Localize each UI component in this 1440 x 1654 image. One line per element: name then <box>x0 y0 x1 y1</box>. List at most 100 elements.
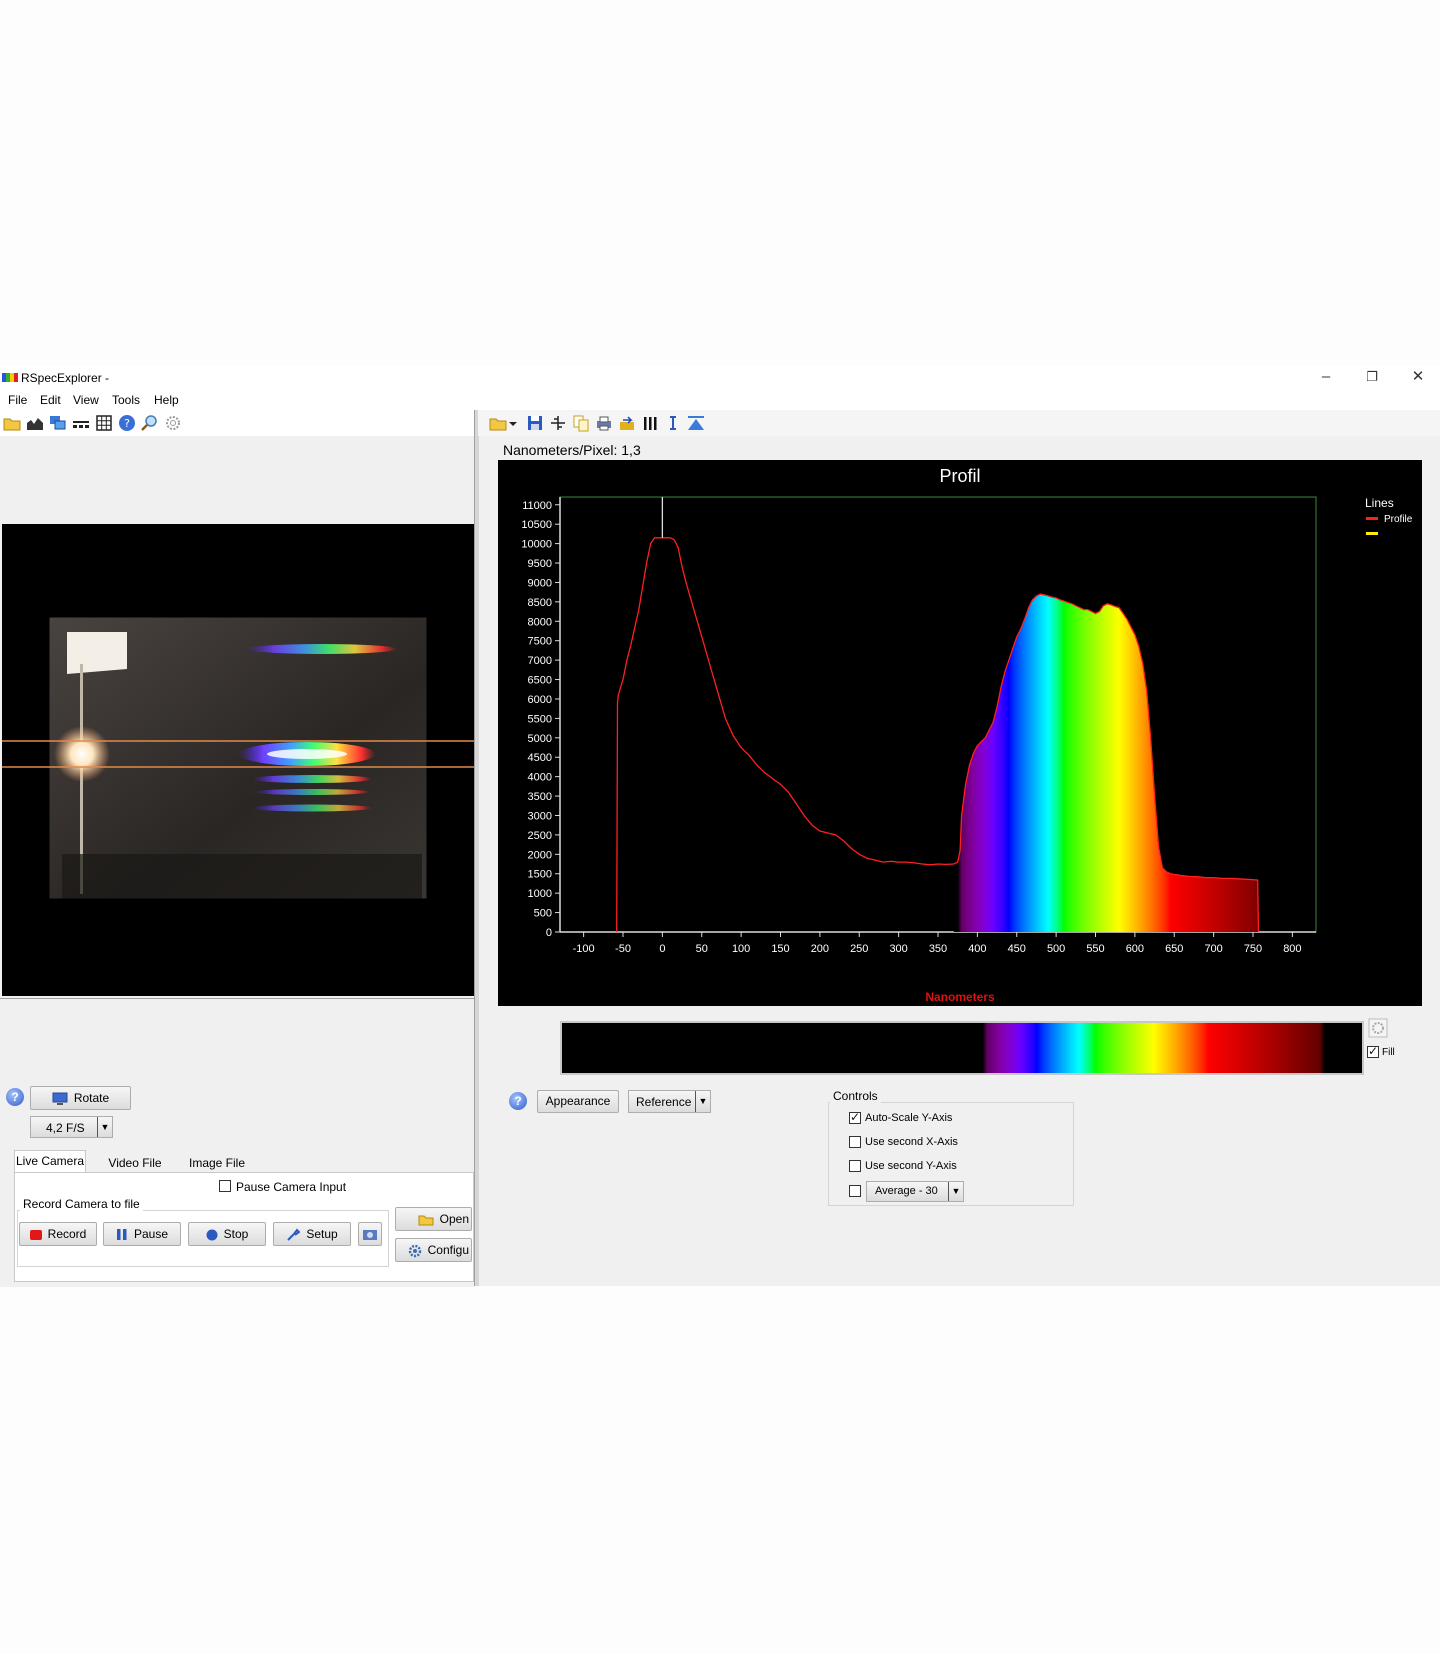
second-y-axis-checkbox[interactable] <box>849 1160 861 1172</box>
pause-icon <box>116 1229 127 1241</box>
open-folder-icon[interactable] <box>489 414 507 432</box>
average-checkbox[interactable] <box>849 1185 861 1197</box>
grid-icon[interactable] <box>95 414 113 432</box>
fps-dropdown[interactable]: 4,2 F/S ▼ <box>30 1116 113 1138</box>
bars-icon[interactable] <box>641 414 659 432</box>
pause-camera-input-checkbox[interactable] <box>219 1180 231 1192</box>
y-tick-label: 3500 <box>528 791 552 803</box>
window-title: RSpecExplorer - <box>21 371 110 385</box>
average-dropdown[interactable]: Average - 30 ▼ <box>866 1181 964 1202</box>
menu-tools[interactable]: Tools <box>112 393 140 407</box>
x-tick-label: 650 <box>1165 943 1183 955</box>
tab-live-camera[interactable]: Live Camera <box>14 1150 86 1172</box>
y-tick-label: 9000 <box>528 577 552 589</box>
camera-icon <box>363 1230 377 1240</box>
y-tick-label: 0 <box>546 927 552 939</box>
lines-icon[interactable] <box>72 414 90 432</box>
record-icon <box>29 1229 42 1240</box>
chevron-down-icon[interactable]: ▼ <box>695 1091 710 1112</box>
record-label: Record <box>47 1227 87 1241</box>
minimize-button[interactable]: – <box>1303 366 1349 390</box>
windows-icon[interactable] <box>49 414 67 432</box>
y-tick-label: 6000 <box>528 694 552 706</box>
y-tick-label: 6500 <box>528 675 552 687</box>
print-icon[interactable] <box>595 414 613 432</box>
pane-splitter[interactable] <box>474 410 479 1286</box>
y-tick-label: 9500 <box>528 558 552 570</box>
close-button[interactable]: ✕ <box>1395 366 1440 390</box>
zoom-icon[interactable] <box>141 414 159 432</box>
y-tick-label: 1000 <box>528 888 552 900</box>
snapshot-button[interactable] <box>358 1222 382 1246</box>
rotate-label: Rotate <box>73 1091 110 1105</box>
tab-video-file[interactable]: Video File <box>96 1153 174 1173</box>
auto-scale-y-label: Auto-Scale Y-Axis <box>865 1112 953 1124</box>
spectrum-chart[interactable]: 0 500 1000 1500 2000 2500 3000 3500 4000 4500 5000… <box>498 460 1422 1006</box>
menu-view[interactable]: View <box>73 393 99 407</box>
x-tick-label: 0 <box>659 943 665 955</box>
chart-title: Profil <box>939 466 980 486</box>
x-tick-label: -50 <box>615 943 631 955</box>
gear-icon[interactable] <box>164 414 182 432</box>
open-button[interactable]: Open <box>395 1207 472 1231</box>
settings-gear-icon[interactable] <box>1368 1018 1388 1038</box>
reference-label: Reference <box>636 1095 692 1109</box>
help-icon[interactable]: ? <box>118 414 136 432</box>
x-tick-label: 700 <box>1204 943 1222 955</box>
legend-title: Lines <box>1365 496 1394 510</box>
chart-icon[interactable] <box>26 414 44 432</box>
open-folder-icon[interactable] <box>3 414 21 432</box>
crosshair-icon[interactable] <box>549 414 567 432</box>
second-x-axis-checkbox[interactable] <box>849 1136 861 1148</box>
x-tick-label: -100 <box>573 943 595 955</box>
nanometers-per-pixel: Nanometers/Pixel: 1,3 <box>503 442 641 458</box>
open-folder-icon <box>418 1215 434 1226</box>
save-icon[interactable] <box>526 414 544 432</box>
menu-edit[interactable]: Edit <box>40 393 61 407</box>
y-tick-label: 10000 <box>521 539 552 551</box>
export-icon[interactable] <box>618 414 636 432</box>
y-tick-label: 7500 <box>528 636 552 648</box>
record-group-label: Record Camera to file <box>20 1197 143 1211</box>
reference-dropdown[interactable]: Reference ▼ <box>628 1090 711 1113</box>
rotate-button[interactable]: Rotate <box>30 1086 131 1110</box>
y-tick-label: 7000 <box>528 655 552 667</box>
tab-image-file[interactable]: Image File <box>178 1153 256 1173</box>
auto-scale-y-checkbox[interactable] <box>849 1110 861 1124</box>
x-tick-label: 600 <box>1126 943 1144 955</box>
peak-icon[interactable] <box>687 414 705 432</box>
title-bar[interactable]: RSpecExplorer - – ❐ ✕ <box>0 366 1440 390</box>
stop-button[interactable]: Stop <box>188 1222 266 1246</box>
copy-icon[interactable] <box>572 414 590 432</box>
pause-label: Pause <box>133 1227 169 1241</box>
x-tick-label: 400 <box>968 943 986 955</box>
spectrum-help-icon[interactable]: ? <box>509 1092 527 1110</box>
spectrum-chart-svg: 0500100015002000250030003500400045005000… <box>521 466 1413 1004</box>
x-axis-label: Nanometers <box>925 990 995 1004</box>
dropdown-icon[interactable] <box>508 414 518 432</box>
camera-help-icon[interactable]: ? <box>6 1088 24 1106</box>
stop-icon <box>206 1229 218 1241</box>
restore-button[interactable]: ❐ <box>1349 366 1395 390</box>
y-tick-label: 10500 <box>521 519 552 531</box>
pause-button[interactable]: Pause <box>103 1222 181 1246</box>
record-button[interactable]: Record <box>19 1222 97 1246</box>
vertical-marker-icon[interactable] <box>664 414 682 432</box>
menu-file[interactable]: File <box>8 393 27 407</box>
chevron-down-icon[interactable]: ▼ <box>948 1182 963 1201</box>
setup-button[interactable]: Setup <box>273 1222 351 1246</box>
open-label: Open <box>439 1212 469 1226</box>
configure-button[interactable]: Configu <box>395 1238 472 1262</box>
camera-preview-margin <box>0 436 474 522</box>
stop-label: Stop <box>223 1227 249 1241</box>
spectrum-color-bar <box>560 1021 1364 1075</box>
menu-help[interactable]: Help <box>154 393 179 407</box>
appearance-button[interactable]: Appearance <box>537 1090 619 1113</box>
camera-view[interactable] <box>2 524 474 996</box>
x-tick-label: 500 <box>1047 943 1065 955</box>
chevron-down-icon[interactable]: ▼ <box>97 1117 112 1137</box>
legend-profile-label: Profile <box>1384 514 1413 525</box>
x-tick-label: 200 <box>811 943 829 955</box>
y-tick-label: 3000 <box>528 810 552 822</box>
fill-checkbox[interactable] <box>1367 1044 1379 1058</box>
